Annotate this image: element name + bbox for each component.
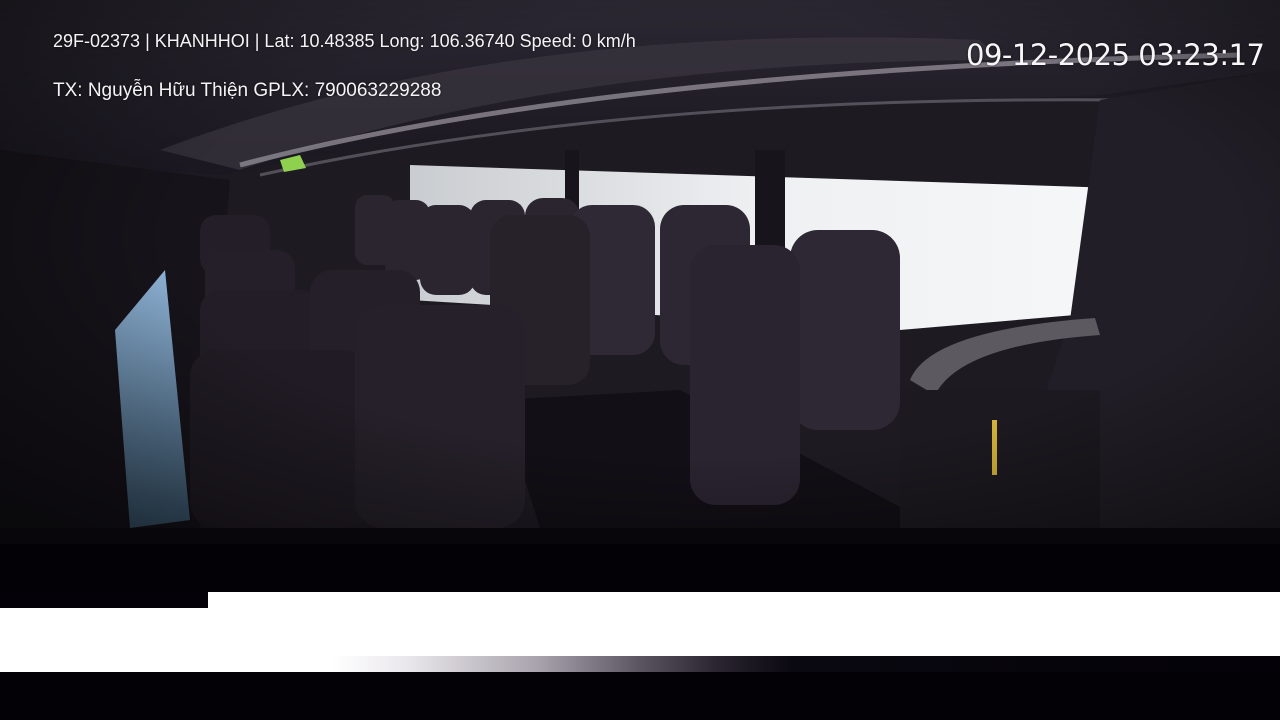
glitch-bar-black bbox=[0, 544, 1280, 592]
glitch-bar-dark bbox=[0, 528, 1280, 544]
dashcam-frame: 29F-02373 | KHANHHOI | Lat: 10.48385 Lon… bbox=[0, 0, 1280, 720]
corrupted-frame-region bbox=[0, 528, 1280, 720]
camera-view: 29F-02373 | KHANHHOI | Lat: 10.48385 Lon… bbox=[0, 0, 1280, 528]
driver-info-overlay: TX: Nguyễn Hữu Thiện GPLX: 790063229288 bbox=[53, 80, 442, 101]
glitch-bar-gradient bbox=[0, 656, 1280, 672]
timestamp-overlay: 09-12-2025 03:23:17 bbox=[966, 38, 1265, 72]
glitch-bar-white bbox=[208, 592, 1280, 656]
vehicle-info-overlay: 29F-02373 | KHANHHOI | Lat: 10.48385 Lon… bbox=[53, 31, 636, 51]
glitch-bar-white-left bbox=[0, 608, 208, 656]
glitch-bar-bottom bbox=[0, 672, 1280, 720]
